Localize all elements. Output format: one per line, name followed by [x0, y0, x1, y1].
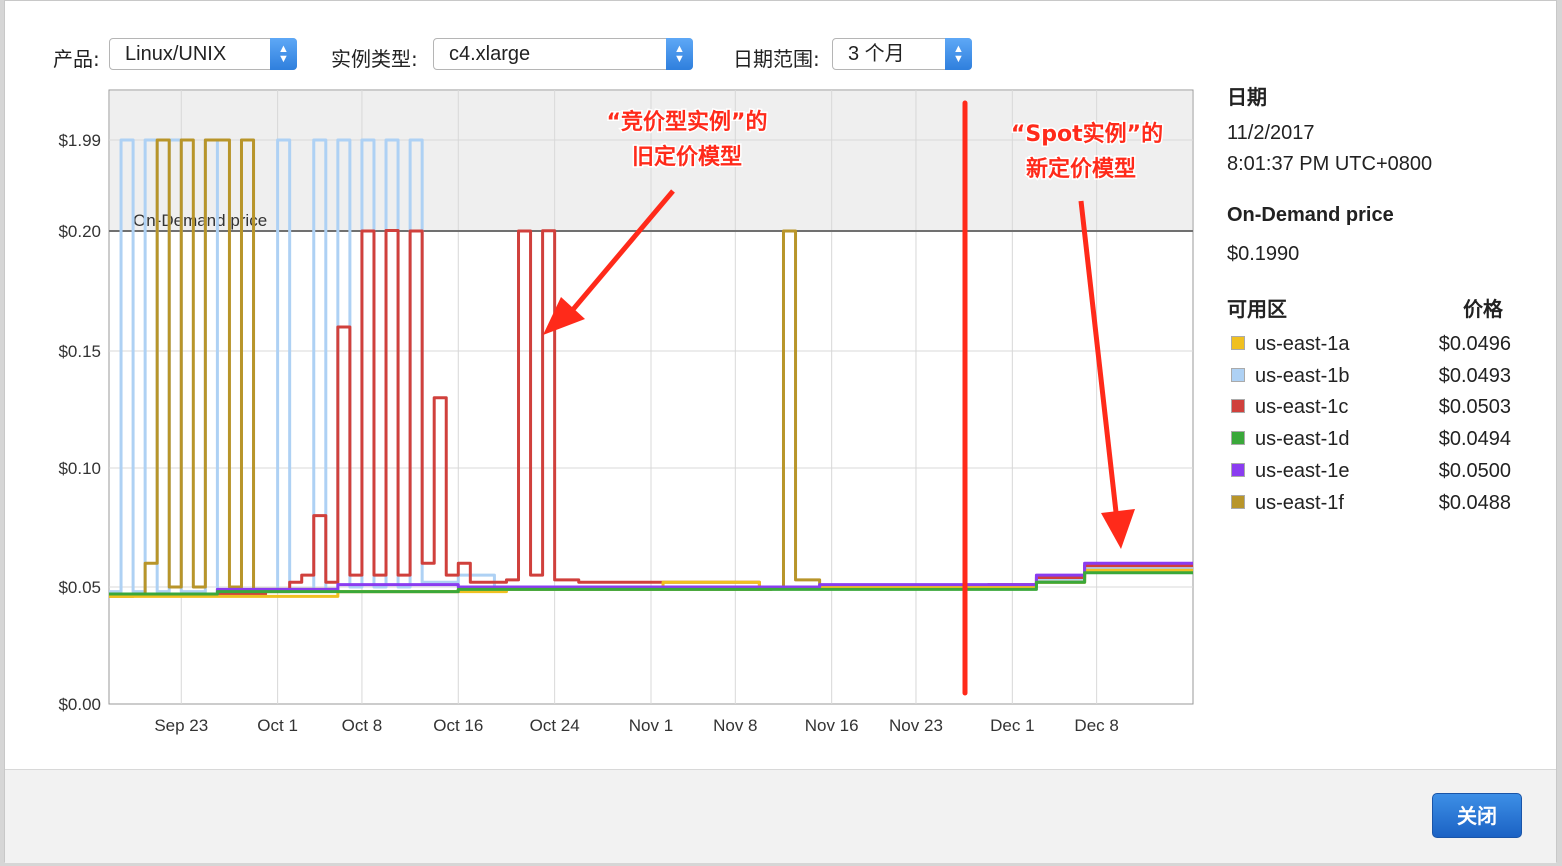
legend-zone-name: us-east-1b	[1255, 364, 1350, 387]
legend-zone-name: us-east-1c	[1255, 396, 1349, 419]
legend-zone-price: $0.0496	[1438, 333, 1511, 355]
y-tick-label: $0.05	[58, 578, 101, 597]
ondemand-price-label: On-Demand price	[133, 211, 267, 230]
date-value: 11/2/2017	[1227, 122, 1315, 144]
legend-swatch	[1231, 336, 1245, 350]
x-tick-label: Nov 16	[805, 716, 859, 735]
old-model-annotation-line1: “竞价型实例”的	[607, 109, 768, 135]
y-tick-label: $1.99	[58, 131, 101, 150]
x-tick-label: Oct 8	[342, 716, 383, 735]
legend-swatch	[1231, 399, 1245, 414]
old-model-annotation-line2: 旧定价模型	[632, 144, 742, 170]
x-tick-label: Nov 1	[629, 716, 673, 735]
y-tick-label: $0.10	[58, 459, 101, 478]
legend-zone-price: $0.0493	[1438, 364, 1511, 387]
legend-zone-name: us-east-1f	[1255, 491, 1344, 514]
legend-swatch	[1231, 462, 1245, 477]
x-tick-label: Oct 16	[433, 716, 483, 735]
legend-zone-name: us-east-1e	[1255, 459, 1350, 482]
legend-zone-price: $0.0500	[1438, 459, 1511, 482]
dialog-footer: 关闭	[5, 769, 1556, 863]
date-heading: 日期	[1227, 87, 1267, 109]
legend-swatch	[1231, 367, 1245, 382]
y-tick-label: $0.00	[58, 695, 101, 714]
x-tick-label: Dec 8	[1074, 716, 1118, 735]
x-tick-label: Dec 1	[990, 716, 1034, 735]
legend-zone-price: $0.0494	[1438, 428, 1511, 451]
x-tick-label: Oct 1	[257, 716, 298, 735]
legend-zone-name: us-east-1a	[1255, 333, 1350, 355]
ondemand-value: $0.1990	[1227, 243, 1300, 265]
legend-zone-price: $0.0503	[1438, 396, 1511, 419]
legend-zone-name: us-east-1d	[1255, 428, 1350, 451]
legend-swatch	[1231, 431, 1245, 446]
x-tick-label: Nov 8	[713, 716, 757, 735]
close-button[interactable]: 关闭	[1432, 793, 1522, 838]
price-column-header: 价格	[1463, 299, 1503, 321]
y-tick-label: $0.15	[58, 342, 101, 361]
spot-price-history-dialog: 产品: Linux/UNIX ▲ ▼ 实例类型: c4.xlarge ▲ ▼ 日期范…	[4, 0, 1557, 863]
x-tick-label: Sep 23	[154, 716, 208, 735]
ondemand-heading: On-Demand price	[1227, 204, 1394, 226]
spot-price-chart[interactable]: On-Demand price $1.99 $0.20 $0.15 $0.10 $0.0…	[5, 1, 1205, 761]
new-model-annotation-line1: “Spot实例”的	[1011, 121, 1163, 147]
x-tick-label: Oct 24	[530, 716, 580, 735]
new-model-annotation-line2: 新定价模型	[1026, 156, 1136, 182]
y-tick-label: $0.20	[58, 222, 101, 241]
legend-zone-price: $0.0488	[1438, 491, 1511, 514]
x-tick-label: Nov 23	[889, 716, 943, 735]
zone-column-header: 可用区	[1227, 299, 1287, 321]
time-value: 8:01:37 PM UTC+0800	[1227, 153, 1433, 175]
legend-swatch	[1231, 494, 1245, 509]
